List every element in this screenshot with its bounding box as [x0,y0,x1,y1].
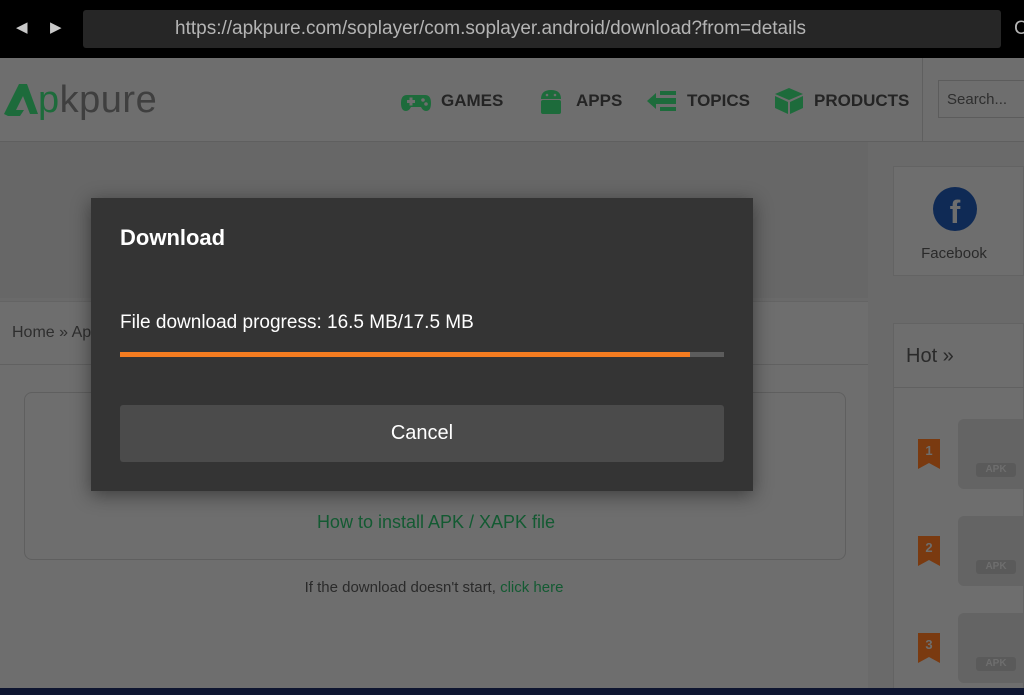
cancel-button[interactable]: Cancel [120,405,724,462]
address-bar[interactable]: https://apkpure.com/soplayer/com.soplaye… [83,10,1001,48]
browser-toolbar: ◀ ▶ https://apkpure.com/soplayer/com.sop… [0,0,1024,58]
app-thumbnail: APK [958,419,1024,489]
back-arrow-icon[interactable]: ◀ [16,18,28,38]
progress-bar [120,352,724,357]
divider [894,387,1024,388]
apkpure-logo-icon [4,84,38,116]
nav-products-label: PRODUCTS [814,91,910,110]
apk-badge: APK [976,657,1016,671]
logo-text-p: p [38,79,60,121]
rank-badge: 2 [918,536,940,566]
nav-apps-label: APPS [576,91,623,110]
nav-products[interactable]: PRODUCTS [773,86,909,116]
nav-topics[interactable]: TOPICS [646,86,750,116]
nav-games[interactable]: GAMES [400,86,503,116]
hot-item[interactable]: 3 APK [894,603,1024,688]
hot-title[interactable]: Hot » [906,345,954,368]
dialog-title: Download [120,225,226,250]
nav-topics-label: TOPICS [687,91,750,110]
hot-sidebar: Hot » 1 APK 2 APK 3 APK [893,323,1024,688]
progress-text: File download progress: 16.5 MB/17.5 MB [120,312,474,333]
topics-icon [647,91,676,111]
download-note-text: If the download doesn't start, [304,579,501,596]
apk-badge: APK [976,463,1016,477]
nav-games-label: GAMES [441,91,504,110]
apkpure-logo[interactable]: pkpure [4,78,157,122]
nav-apps[interactable]: APPS [535,86,622,116]
android-icon [541,90,561,114]
search-area [922,58,1024,142]
app-thumbnail: APK [958,516,1024,586]
progress-fill [120,352,690,357]
box-icon [775,88,803,114]
search-input[interactable] [938,80,1024,118]
install-guide-link[interactable]: How to install APK / XAPK file [25,512,847,533]
hot-item[interactable]: 1 APK [894,409,1024,505]
facebook-label: Facebook [921,245,987,262]
gamepad-icon [401,95,431,111]
logo-text-rest: kpure [59,79,158,121]
facebook-card[interactable]: f Facebook [893,166,1024,276]
app-thumbnail: APK [958,613,1024,683]
facebook-icon: f [933,187,977,231]
bottom-strip [0,688,1024,695]
download-dialog: Download File download progress: 16.5 MB… [91,198,753,491]
browser-edge-text: C [1014,18,1024,39]
rank-badge: 3 [918,633,940,663]
site-header: pkpure GAMES APPS TOPICS PRODUCTS Search… [0,58,1024,142]
click-here-link[interactable]: click here [500,579,563,596]
forward-arrow-icon[interactable]: ▶ [50,18,62,38]
hot-item[interactable]: 2 APK [894,506,1024,602]
breadcrumb[interactable]: Home » Ap [12,324,91,342]
rank-badge: 1 [918,439,940,469]
apk-badge: APK [976,560,1016,574]
download-note: If the download doesn't start, click her… [0,579,868,596]
